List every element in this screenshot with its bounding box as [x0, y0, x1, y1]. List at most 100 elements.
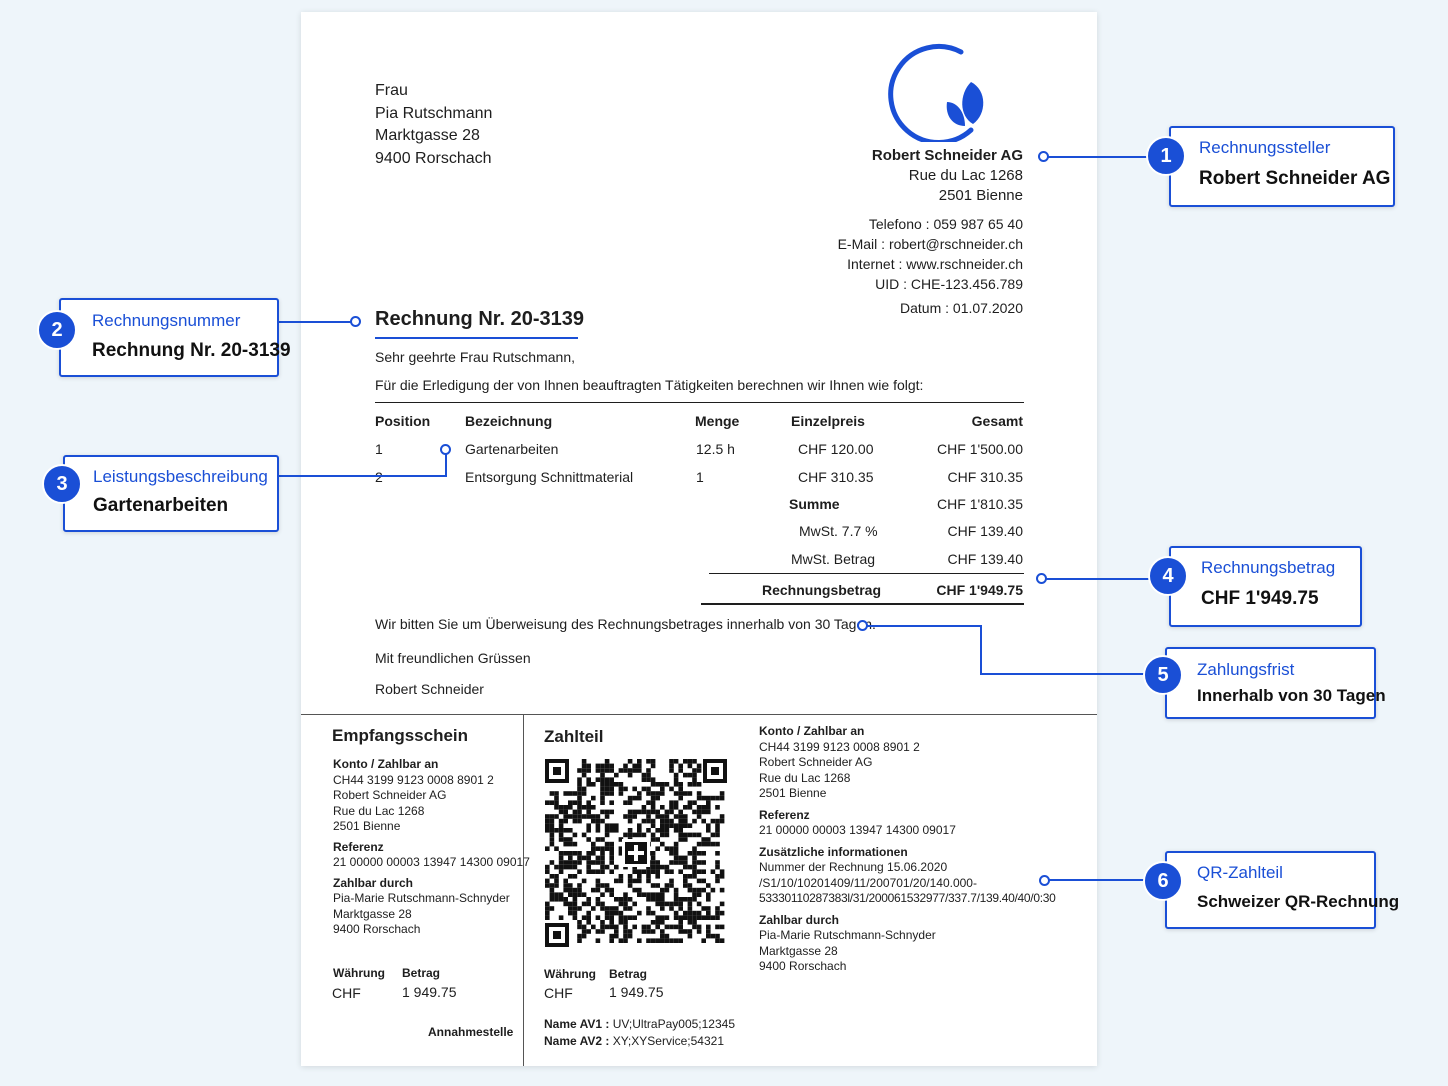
qr-module	[591, 805, 596, 810]
connector-line	[1044, 578, 1150, 580]
qr-module	[549, 883, 555, 888]
qr-module	[696, 814, 702, 819]
qr-module	[664, 915, 670, 920]
qr-module	[600, 782, 605, 787]
qr-module	[591, 818, 596, 824]
qr-module	[614, 929, 619, 934]
qr-module	[637, 878, 642, 884]
qr-module	[683, 818, 688, 824]
sender-contact: Telefono : 059 987 65 40 E-Mail : robert…	[838, 214, 1023, 318]
col-header-unit-price: Einzelpreis	[791, 413, 865, 429]
qr-module	[586, 814, 591, 819]
qr-module	[637, 938, 642, 943]
qr-module	[568, 910, 573, 916]
qr-module	[577, 933, 582, 939]
qr-module	[673, 892, 679, 897]
callout-value: Rechnung Nr. 20-3139	[92, 340, 291, 361]
qr-module	[563, 864, 568, 870]
qr-module	[568, 864, 573, 870]
callout-number-badge: 6	[1143, 861, 1183, 901]
cell-quantity: 12.5 h	[696, 441, 735, 457]
qr-module	[719, 910, 725, 916]
qr-module	[568, 860, 573, 865]
qr-module	[618, 791, 624, 796]
qr-module	[660, 901, 665, 907]
qr-module	[706, 892, 711, 897]
qr-module	[669, 860, 674, 865]
qr-module	[627, 915, 633, 920]
qr-module	[706, 841, 711, 847]
qr-module	[563, 878, 568, 884]
qr-module	[692, 864, 697, 870]
qr-module	[558, 915, 564, 920]
connector-line	[1044, 156, 1148, 158]
qr-module	[715, 910, 720, 916]
qr-module	[627, 828, 633, 833]
vat-rate-value: CHF 139.40	[947, 523, 1023, 539]
qr-module	[673, 924, 679, 930]
qr-module	[600, 786, 605, 792]
qr-module	[673, 915, 679, 920]
qr-module	[595, 929, 601, 934]
qr-module	[710, 869, 716, 874]
qr-module	[692, 851, 697, 856]
qr-module	[669, 883, 674, 888]
qr-module	[692, 892, 697, 897]
cell-total: CHF 310.35	[947, 469, 1023, 485]
callout-invoice-number: Rechnungsnummer Rechnung Nr. 20-3139	[59, 298, 291, 377]
qr-module	[660, 933, 665, 939]
qr-module	[572, 809, 578, 815]
qr-module	[595, 883, 601, 888]
qr-module	[715, 795, 720, 801]
qr-module	[715, 864, 720, 870]
qr-module	[650, 823, 656, 828]
qr-module	[650, 869, 656, 874]
qr-module	[632, 786, 637, 792]
qr-module	[687, 874, 693, 879]
qr-module	[581, 786, 587, 792]
qr-module	[696, 887, 702, 893]
qr-module	[609, 782, 614, 787]
qr-module	[627, 883, 633, 888]
qr-module	[669, 759, 674, 764]
qr-module	[678, 915, 683, 920]
qr-module	[600, 763, 605, 769]
qr-module	[664, 924, 670, 930]
qr-module	[623, 915, 628, 920]
qr-module	[586, 897, 591, 902]
qr-module	[554, 800, 559, 805]
qr-module	[577, 938, 582, 943]
qr-module	[660, 805, 665, 810]
qr-module	[715, 938, 720, 943]
contact-email: E-Mail : robert@rschneider.ch	[837, 236, 1023, 252]
qr-module	[660, 915, 665, 920]
qr-module	[609, 846, 614, 851]
qr-module	[687, 929, 693, 934]
recipient-line: 9400 Rorschach	[375, 149, 492, 167]
qr-module	[646, 869, 651, 874]
qr-module	[701, 878, 706, 884]
callout-service-description: Leistungsbeschreibung Gartenarbeiten	[63, 455, 279, 532]
qr-module	[650, 855, 656, 861]
qr-module	[600, 809, 605, 815]
payment-currency: CHF	[544, 985, 573, 1001]
qr-module	[650, 938, 656, 943]
qr-module	[609, 786, 614, 792]
qr-module	[558, 897, 564, 902]
payment-payer-line: Pia-Marie Rutschmann-Schnyder	[759, 928, 936, 942]
qr-module	[655, 897, 660, 902]
qr-module	[572, 887, 578, 893]
qr-module	[577, 883, 582, 888]
qr-module	[568, 814, 573, 819]
qr-module	[604, 887, 610, 893]
qr-module	[600, 855, 605, 861]
qr-module	[715, 924, 720, 930]
table-top-rule	[375, 402, 1024, 403]
callout-value: Schweizer QR-Rechnung	[1197, 892, 1400, 911]
qr-module	[683, 805, 688, 810]
av2-line: Name AV2 : XY;XYService;54321	[544, 1034, 724, 1048]
qr-module	[660, 828, 665, 833]
qr-module	[683, 883, 688, 888]
qr-module	[696, 901, 702, 907]
qr-module	[706, 883, 711, 888]
